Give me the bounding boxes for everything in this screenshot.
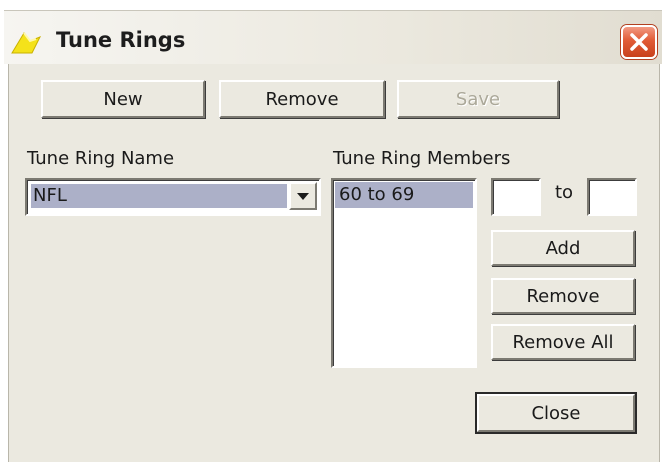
title-bar[interactable]: Tune Rings <box>4 10 662 64</box>
tune-ring-name-combobox[interactable]: NFL <box>25 178 321 216</box>
tune-ring-name-value: NFL <box>31 184 287 208</box>
tune-ring-members-list[interactable]: 60 to 69 <box>331 178 477 368</box>
close-x-icon[interactable] <box>621 25 657 59</box>
dialog-client-area: New Remove Save Tune Ring Name NFL Tune … <box>8 64 660 462</box>
tune-rings-dialog: Tune Rings New Remove Save Tune Ring Nam… <box>0 0 664 462</box>
new-button[interactable]: New <box>41 80 205 118</box>
add-member-button[interactable]: Add <box>491 230 635 266</box>
close-button[interactable]: Close <box>477 394 635 432</box>
list-item[interactable]: 60 to 69 <box>335 182 473 208</box>
range-to-input[interactable] <box>587 178 637 216</box>
tune-ring-members-label: Tune Ring Members <box>333 148 511 169</box>
save-button[interactable]: Save <box>397 80 559 118</box>
tune-ring-name-label: Tune Ring Name <box>27 148 175 169</box>
remove-member-button[interactable]: Remove <box>491 278 635 314</box>
window-title: Tune Rings <box>56 28 186 52</box>
range-from-input[interactable] <box>491 178 541 216</box>
remove-ring-button[interactable]: Remove <box>219 80 385 118</box>
chevron-down-icon[interactable] <box>289 182 317 210</box>
remove-all-button[interactable]: Remove All <box>491 324 635 360</box>
yellow-arrow-icon <box>10 27 46 55</box>
range-to-label: to <box>555 182 574 203</box>
